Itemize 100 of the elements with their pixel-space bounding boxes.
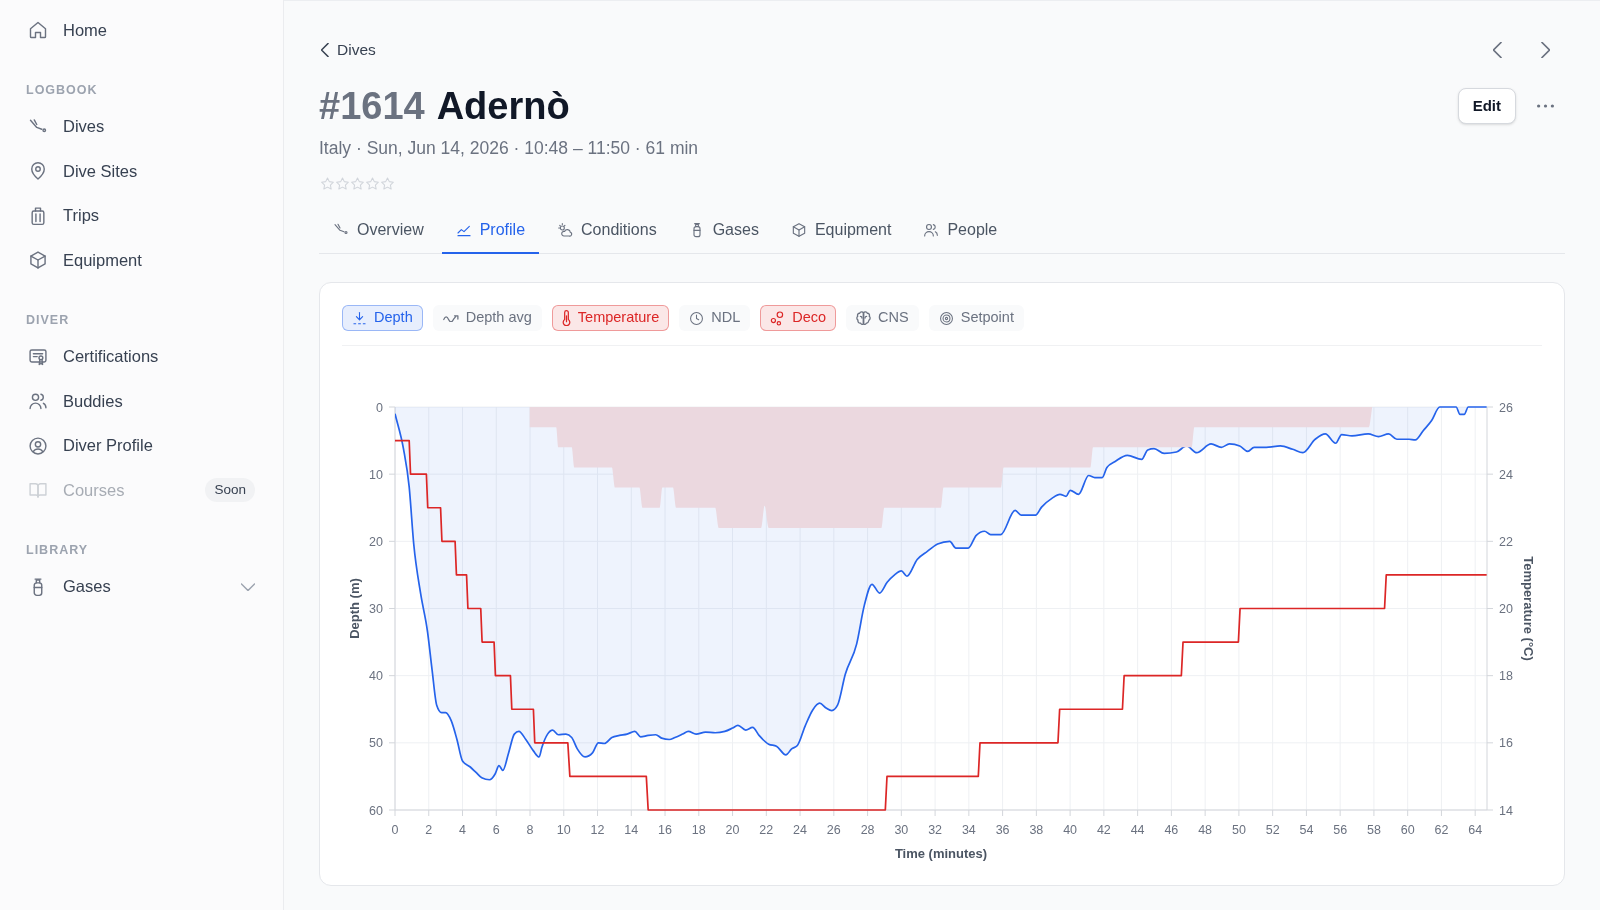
chevron-down-icon: [241, 582, 255, 591]
axis-tick-label: 60: [1400, 823, 1415, 837]
axis-tick-label: 8: [526, 823, 534, 837]
axis-title: Time (minutes): [894, 846, 988, 861]
axis-tick-label: 60: [369, 803, 383, 818]
axis-tick-label: 56: [1333, 823, 1348, 837]
sidebar-item[interactable]: Gases: [16, 564, 267, 609]
star-icon: [321, 176, 334, 190]
axis-tick-label: 4: [459, 823, 466, 837]
book-icon: [28, 480, 48, 501]
people-icon: [923, 222, 940, 238]
axis-tick-label: 26: [1499, 400, 1513, 415]
axis-tick-label: 44: [1130, 823, 1145, 837]
section-label: LIBRARY: [25, 542, 90, 560]
dive-summary: Italy · Sun, Jun 14, 2026 · 10:48 – 11:50 · 61 min: [319, 137, 700, 159]
axis-tick-label: 16: [658, 823, 672, 837]
axis-tick-label: 34: [961, 823, 976, 837]
axis-tick-label: 28: [860, 823, 875, 837]
axis-tick-label: 6: [492, 823, 500, 837]
section-label: LOGBOOK: [25, 82, 99, 100]
axis-tick-label: 20: [1499, 602, 1513, 616]
axis-tick-label: 46: [1164, 823, 1179, 837]
star-icon: [381, 176, 394, 190]
sidebar-item[interactable]: Buddies: [16, 379, 267, 424]
tab[interactable]: People: [909, 210, 1012, 254]
axis-tick-label: 24: [1499, 467, 1513, 482]
tab[interactable]: Gases: [674, 210, 773, 254]
star-rating[interactable]: [319, 176, 394, 190]
axis-tick-label: 54: [1299, 823, 1314, 837]
axis-tick-label: 0: [391, 823, 399, 837]
axis-tick-label: 32: [928, 823, 943, 837]
tab[interactable]: Equipment: [776, 210, 906, 254]
axis-tick-label: 40: [1063, 823, 1078, 837]
sidebar-item[interactable]: Home: [16, 8, 267, 53]
axis-tick-label: 20: [369, 534, 383, 549]
series-toggle[interactable]: Temperature: [551, 305, 670, 331]
sidebar-item[interactable]: Certifications: [16, 334, 267, 379]
series-toggle[interactable]: NDL: [679, 305, 751, 331]
sidebar-item[interactable]: Diver Profile: [16, 423, 267, 468]
chevron-left-icon: [321, 43, 329, 57]
series-toggle[interactable]: Depth avg: [432, 305, 542, 331]
bubbles-icon: [770, 310, 786, 326]
axis-tick-label: 16: [1499, 736, 1513, 751]
axis-tick-label: 10: [369, 467, 383, 482]
axis-tick-label: 38: [1029, 823, 1044, 837]
cube-icon: [28, 250, 48, 271]
cloud-sun-icon: [557, 222, 574, 238]
star-icon: [366, 176, 379, 190]
series-toggle[interactable]: Deco: [760, 305, 837, 331]
dive-number: #1614: [319, 84, 425, 129]
more-icon: [1536, 104, 1554, 108]
certificate-icon: [28, 346, 48, 367]
axis-tick-label: 58: [1366, 823, 1381, 837]
user-circle-icon: [28, 435, 48, 456]
axis-tick-label: 50: [1231, 823, 1246, 837]
star-icon: [351, 176, 364, 190]
series-toggle[interactable]: Setpoint: [928, 305, 1024, 331]
sidebar-item[interactable]: Dive Sites: [16, 149, 267, 194]
axis-tick-label: 30: [369, 602, 383, 616]
sidebar-item[interactable]: Equipment: [16, 238, 267, 283]
axis-title: Depth (m): [347, 578, 362, 639]
tab[interactable]: Conditions: [543, 210, 671, 254]
dive-site-name: Adernò: [436, 84, 570, 129]
map-pin-icon: [28, 161, 48, 182]
axis-tick-label: 18: [691, 823, 706, 837]
axis-tick-label: 50: [369, 736, 383, 751]
axis-tick-label: 14: [1499, 803, 1513, 818]
target-icon: [938, 310, 954, 326]
axis-tick-label: 14: [624, 823, 639, 837]
series-toggle[interactable]: Depth: [342, 305, 423, 331]
axis-tick-label: 22: [1499, 534, 1513, 549]
home-icon: [28, 20, 48, 41]
section-label: DIVER: [25, 312, 71, 330]
axis-tick-label: 40: [369, 669, 383, 684]
arrow-down-icon: [352, 310, 367, 326]
axis-tick-label: 24: [793, 823, 807, 837]
axis-tick-label: 22: [759, 823, 774, 837]
clock-icon: [689, 310, 705, 326]
back-link[interactable]: Dives: [319, 38, 376, 62]
sidebar-item[interactable]: Dives: [16, 104, 267, 149]
thermometer-icon: [561, 310, 571, 326]
axis-tick-label: 26: [826, 823, 841, 837]
axis-tick-label: 48: [1198, 823, 1213, 837]
axis-tick-label: 64: [1468, 823, 1483, 837]
series-toggle[interactable]: CNS: [846, 305, 919, 331]
axis-tick-label: 2: [425, 823, 433, 837]
axis-tick-label: 36: [995, 823, 1010, 837]
chevron-right-icon: [1540, 42, 1550, 58]
axis-title: Temperature (°C): [1521, 556, 1536, 661]
cube-icon: [790, 222, 807, 238]
axis-tick-label: 52: [1265, 823, 1280, 837]
chevron-left-icon: [1492, 42, 1502, 58]
tab[interactable]: Overview: [319, 210, 438, 254]
brain-icon: [856, 311, 872, 325]
tab[interactable]: Profile: [441, 210, 540, 254]
axis-tick-label: 0: [376, 400, 383, 415]
sidebar-item[interactable]: Trips: [16, 193, 267, 238]
axis-tick-label: 62: [1434, 823, 1449, 837]
axis-tick-label: 20: [725, 823, 740, 837]
edit-button[interactable]: Edit: [1457, 88, 1516, 124]
